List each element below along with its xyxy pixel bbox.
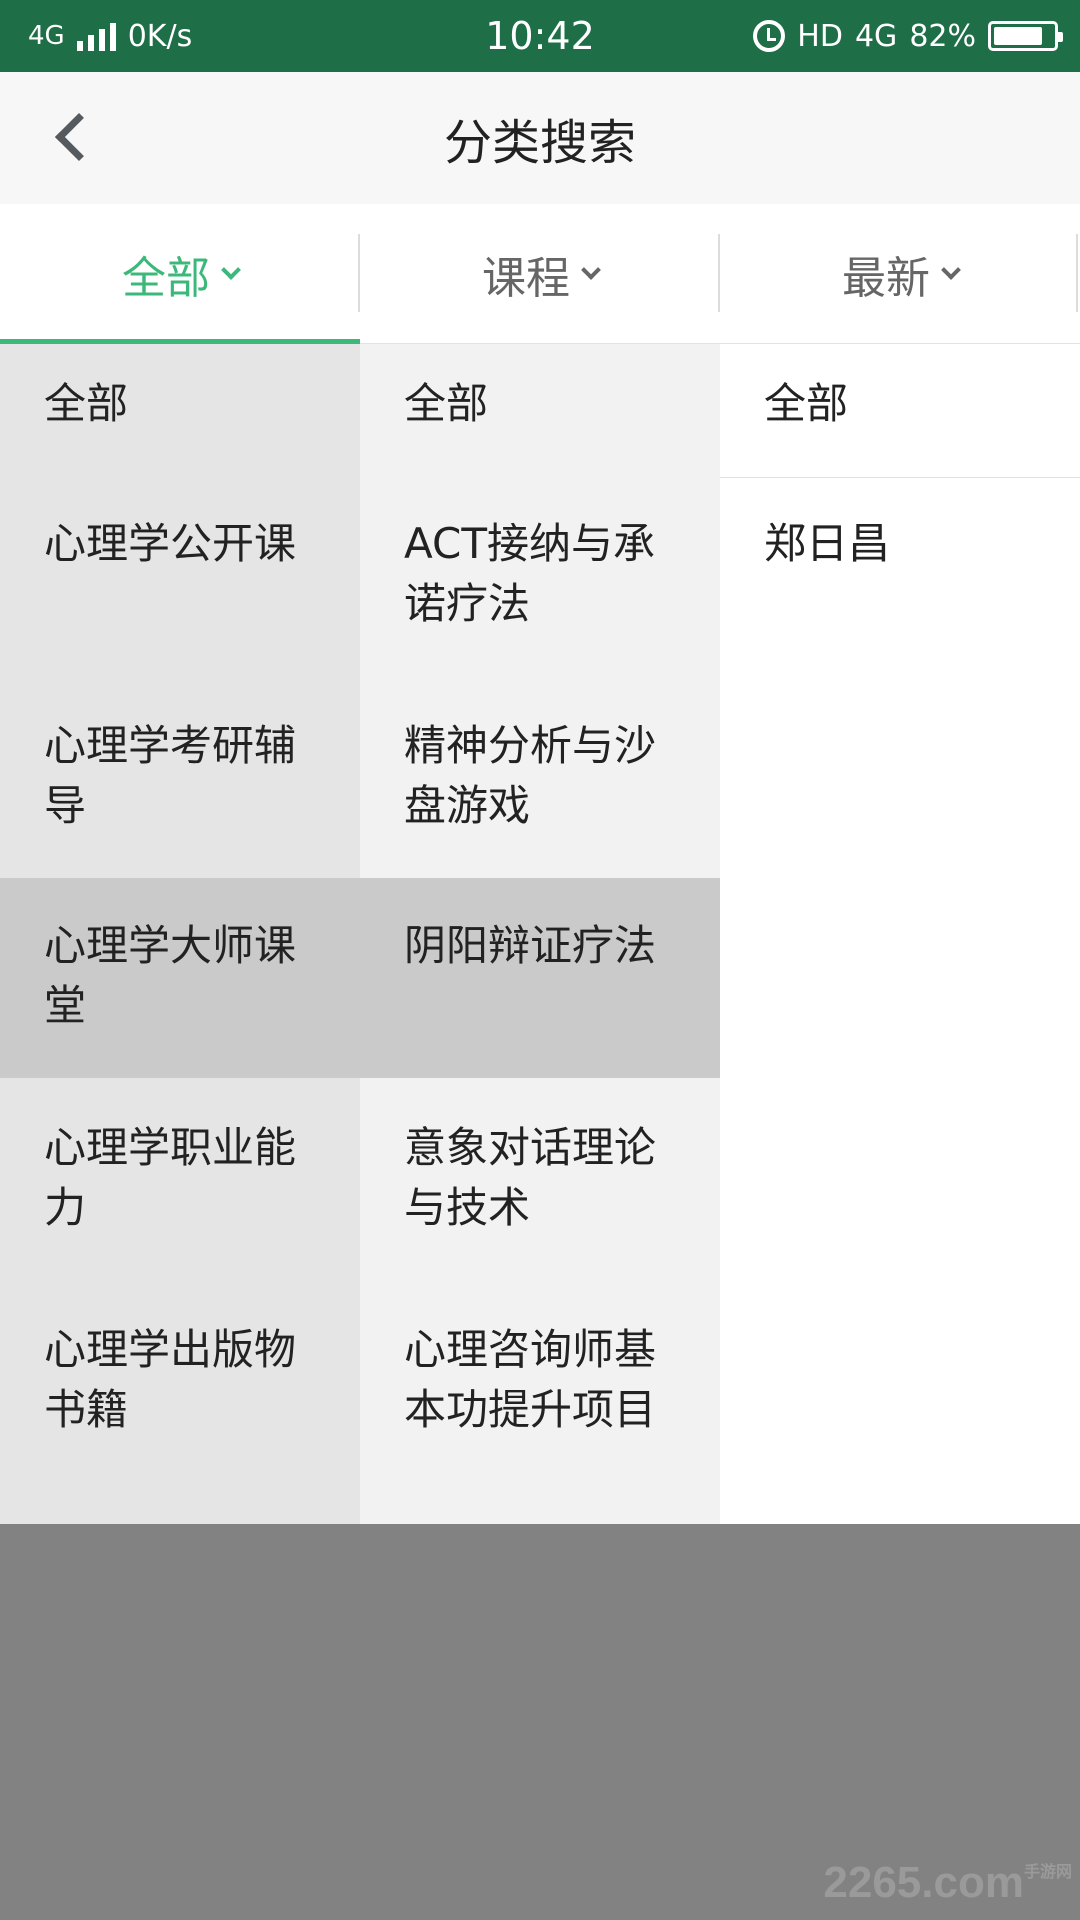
course-column: 全部 ACT接纳与承诺疗法 精神分析与沙盘游戏 阴阳辩证疗法 意象对话理论与技术…	[360, 344, 720, 1524]
tab-course[interactable]: 课程	[360, 204, 720, 344]
tab-all[interactable]: 全部	[0, 204, 360, 344]
watermark-suffix: .com	[921, 1858, 1024, 1907]
tab-label: 全部	[122, 253, 210, 304]
course-item-selected[interactable]: 阴阳辩证疗法	[360, 878, 720, 1078]
tab-label: 课程	[482, 253, 570, 304]
category-dropdown: 全部 心理学公开课 心理学考研辅导 心理学大师课堂 心理学职业能力 心理学出版物…	[0, 344, 1080, 1524]
course-item[interactable]: ACT接纳与承诺疗法	[360, 514, 720, 634]
course-item[interactable]: 意象对话理论与技术	[360, 1118, 720, 1238]
chevron-down-icon	[221, 260, 241, 280]
teacher-column: 全部 郑日昌	[720, 344, 1080, 1524]
page-title: 分类搜索	[443, 115, 636, 171]
tab-latest[interactable]: 最新	[720, 204, 1080, 344]
battery-fill	[994, 27, 1042, 45]
back-button[interactable]	[36, 102, 106, 172]
watermark-logo: 2265.com手游网	[823, 1858, 1072, 1908]
chevron-down-icon	[941, 260, 961, 280]
filter-tabs: 全部 课程 最新	[0, 204, 1080, 344]
chevron-down-icon	[581, 260, 601, 280]
category-item[interactable]: 心理学出版物书籍	[0, 1320, 360, 1440]
hd-indicator: HD	[797, 18, 843, 54]
status-right: HD 4G 82%	[753, 0, 1063, 72]
tab-label: 最新	[842, 253, 930, 304]
battery-icon	[988, 21, 1063, 51]
category-item[interactable]: 心理学考研辅导	[0, 716, 360, 836]
course-item[interactable]: 心理咨询师基本功提升项目	[360, 1320, 720, 1440]
teacher-item[interactable]: 全部	[720, 344, 1080, 478]
network-type-right: 4G	[854, 18, 898, 54]
header: 分类搜索	[0, 72, 1080, 204]
category-item-selected[interactable]: 心理学大师课堂	[0, 878, 360, 1078]
alarm-icon	[753, 20, 786, 52]
status-bar: 4G 0K/s 10:42 HD 4G 82%	[0, 0, 1080, 72]
category-item[interactable]: 心理学职业能力	[0, 1118, 360, 1238]
course-item[interactable]: 精神分析与沙盘游戏	[360, 716, 720, 836]
category-item[interactable]: 心理学公开课	[0, 514, 360, 574]
watermark-text: 2265	[823, 1858, 922, 1907]
chevron-left-icon	[54, 112, 104, 162]
category-column: 全部 心理学公开课 心理学考研辅导 心理学大师课堂 心理学职业能力 心理学出版物…	[0, 344, 360, 1524]
category-item[interactable]: 全部	[0, 374, 360, 434]
tab-divider	[1076, 234, 1078, 312]
battery-percent: 82%	[909, 18, 976, 54]
teacher-item[interactable]: 郑日昌	[720, 514, 1080, 574]
course-item[interactable]: 全部	[360, 374, 720, 434]
watermark-small: 手游网	[1023, 1864, 1072, 1881]
